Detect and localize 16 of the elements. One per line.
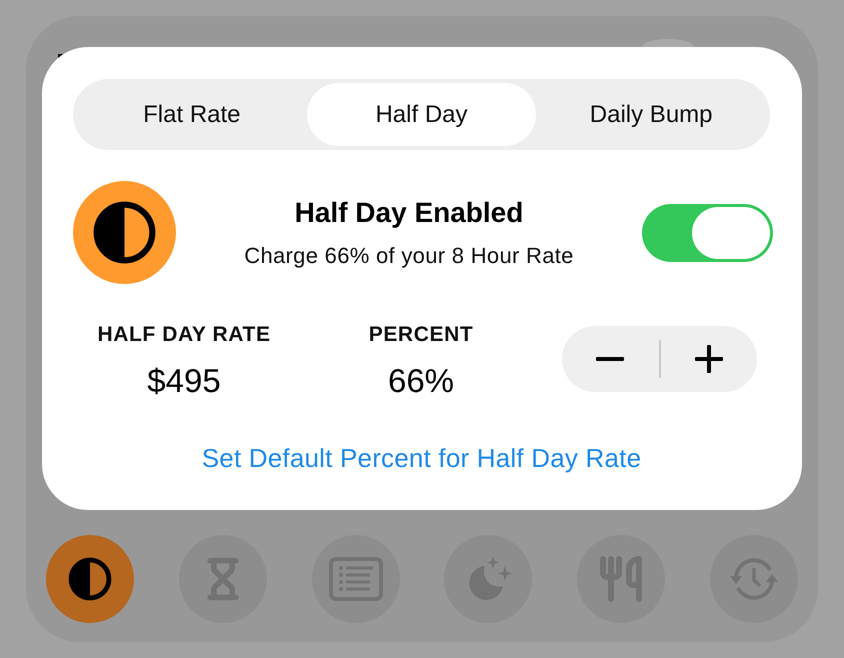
segment-tab[interactable]: Half Day xyxy=(306,83,536,146)
segment-tab[interactable]: Daily Bump xyxy=(536,83,766,146)
plus-icon xyxy=(694,344,723,372)
button-edge xyxy=(642,39,694,47)
half-circle-icon xyxy=(73,181,176,284)
stat-label: HALF DAY RATE xyxy=(97,322,271,348)
feature-title: Half Day Enabled xyxy=(294,196,524,230)
feature-subtitle: Charge 66% of your 8 Hour Rate xyxy=(244,242,574,270)
default-percent-link[interactable]: Set Default Percent for Half Day Rate xyxy=(202,442,642,474)
minus-icon xyxy=(596,356,624,360)
stat-label: PERCENT xyxy=(368,322,474,348)
stat-value: $495 xyxy=(147,361,221,401)
segment-tab[interactable]: Flat Rate xyxy=(77,83,307,146)
stat-value: 66% xyxy=(388,361,454,401)
clock-arrows-icon xyxy=(728,556,780,602)
list-card-icon xyxy=(328,557,383,601)
